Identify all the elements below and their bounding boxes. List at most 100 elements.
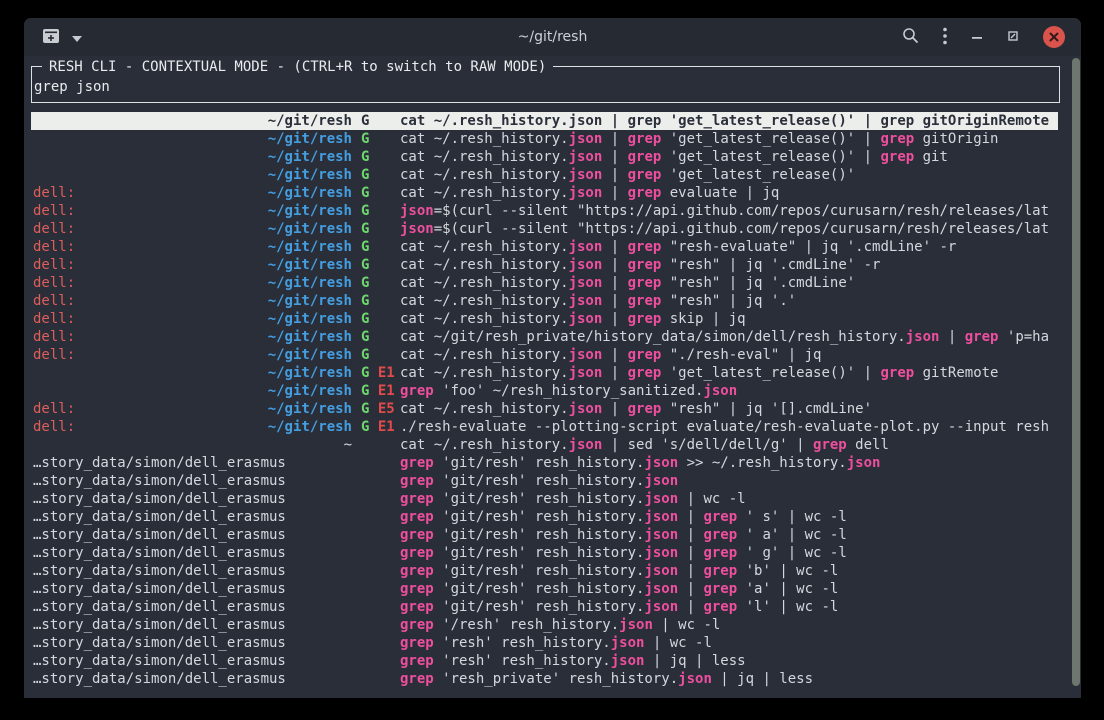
query-match: grep xyxy=(400,617,434,633)
query-match: grep xyxy=(400,455,434,471)
command-text: cat ~/.resh_history.json | grep 'get_lat… xyxy=(400,364,1058,382)
git-flag: G xyxy=(361,293,369,309)
history-row[interactable]: dell:~/git/reshGcat ~/.resh_history.json… xyxy=(31,238,1058,256)
history-row[interactable]: dell:~/git/reshG E5cat ~/.resh_history.j… xyxy=(31,400,1058,418)
history-row[interactable]: dell:~/git/reshGcat ~/.resh_history.json… xyxy=(31,256,1058,274)
query-match: json xyxy=(644,545,678,561)
query-match: json xyxy=(569,365,603,381)
device-path: …story_data/simon/dell_erasmus xyxy=(33,454,286,472)
history-row[interactable]: dell:~/git/reshG E1./resh-evaluate --plo… xyxy=(31,418,1058,436)
command-text: cat ~/git/resh_private/history_data/simo… xyxy=(400,328,1058,346)
query-match: grep xyxy=(628,293,662,309)
git-flag: G xyxy=(361,113,369,129)
history-row[interactable]: ~/git/reshGcat ~/.resh_history.json | gr… xyxy=(31,166,1058,184)
flags: G xyxy=(361,220,369,238)
history-row[interactable]: ~/git/reshGcat ~/.resh_history.json | gr… xyxy=(31,148,1058,166)
query-match: json xyxy=(569,131,603,147)
command-text: grep 'git/resh' resh_history.json | grep… xyxy=(400,526,1058,544)
history-row[interactable]: dell:~/git/reshGcat ~/.resh_history.json… xyxy=(31,184,1058,202)
flags: G xyxy=(361,310,369,328)
directory-path: ~/git/resh xyxy=(33,238,352,256)
history-row[interactable]: …story_data/simon/dell_erasmusgrep 'git/… xyxy=(31,472,1058,490)
device-path: …story_data/simon/dell_erasmus xyxy=(33,472,286,490)
search-query-input[interactable]: grep json xyxy=(34,78,110,96)
history-row[interactable]: …story_data/simon/dell_erasmusgrep 'resh… xyxy=(31,652,1058,670)
history-row[interactable]: …story_data/simon/dell_erasmusgrep 'resh… xyxy=(31,634,1058,652)
history-row[interactable]: dell:~/git/reshGcat ~/git/resh_private/h… xyxy=(31,328,1058,346)
history-row[interactable]: ~/git/reshGcat ~/.resh_history.json | gr… xyxy=(31,112,1058,130)
git-flag: G xyxy=(361,149,369,165)
command-text: grep 'git/resh' resh_history.json >> ~/.… xyxy=(400,454,1058,472)
device-path: …story_data/simon/dell_erasmus xyxy=(33,670,286,688)
flags: G xyxy=(361,328,369,346)
flags: G xyxy=(361,148,369,166)
history-list: ~/git/resh Gcat ~/.resh_history.json | gr… xyxy=(31,112,1058,688)
device-path: …story_data/simon/dell_erasmus xyxy=(33,562,286,580)
device-path: …story_data/simon/dell_erasmus xyxy=(33,490,286,508)
query-match: json xyxy=(569,149,603,165)
history-row[interactable]: dell:~/git/reshGcat ~/.resh_history.json… xyxy=(31,310,1058,328)
query-match: grep xyxy=(703,563,737,579)
command-text: grep 'git/resh' resh_history.json | grep… xyxy=(400,580,1058,598)
new-tab-button[interactable] xyxy=(42,28,60,47)
history-row[interactable]: ~/git/reshG E1cat ~/.resh_history.json |… xyxy=(31,364,1058,382)
history-row[interactable]: …story_data/simon/dell_erasmusgrep 'git/… xyxy=(31,508,1058,526)
query-match: json xyxy=(906,329,940,345)
titlebar[interactable]: ~/git/resh xyxy=(24,18,1081,56)
history-row[interactable]: dell:~/git/reshGjson=$(curl --silent "ht… xyxy=(31,202,1058,220)
kebab-menu-icon xyxy=(943,27,947,48)
command-text: grep 'git/resh' resh_history.json | wc -… xyxy=(400,490,1058,508)
history-row[interactable]: ~/git/reshGcat ~/.resh_history.json | gr… xyxy=(31,130,1058,148)
directory-path: ~/git/resh xyxy=(33,112,352,130)
search-button[interactable] xyxy=(902,27,919,47)
minimize-button[interactable] xyxy=(971,30,983,45)
query-match: json xyxy=(611,653,645,669)
history-row[interactable]: …story_data/simon/dell_erasmusgrep 'git/… xyxy=(31,526,1058,544)
query-match: grep xyxy=(813,437,847,453)
history-row[interactable]: …story_data/simon/dell_erasmus grep 'git/… xyxy=(31,454,1058,472)
history-row[interactable]: dell:~/git/reshGcat ~/.resh_history.json… xyxy=(31,292,1058,310)
query-match: json xyxy=(569,185,603,201)
history-row[interactable]: ~cat ~/.resh_history.json | sed 's/dell/… xyxy=(31,436,1058,454)
history-row[interactable]: …story_data/simon/dell_erasmusgrep 'git/… xyxy=(31,562,1058,580)
command-text: grep 'resh_private' resh_history.json | … xyxy=(400,670,1058,688)
command-text: grep 'git/resh' resh_history.json | grep… xyxy=(400,544,1058,562)
query-match: json xyxy=(644,455,678,471)
directory-path: ~/git/resh xyxy=(33,346,352,364)
query-match: grep xyxy=(703,527,737,543)
search-box: RESH CLI - CONTEXTUAL MODE - (CTRL+R to … xyxy=(31,66,1060,103)
history-row[interactable]: …story_data/simon/dell_erasmus grep 'git/… xyxy=(31,490,1058,508)
query-match: json xyxy=(569,239,603,255)
query-match: grep xyxy=(703,599,737,615)
command-text: grep 'git/resh' resh_history.json | grep… xyxy=(400,598,1058,616)
query-match: json xyxy=(644,599,678,615)
history-row[interactable]: …story_data/simon/dell_erasmus grep 'resh… xyxy=(31,670,1058,688)
query-match: grep xyxy=(880,149,914,165)
history-row[interactable]: ~/git/reshG E1grep 'foo' ~/resh_history_… xyxy=(31,382,1058,400)
query-match: json xyxy=(569,275,603,291)
query-match: grep xyxy=(400,581,434,597)
history-row[interactable]: …story_data/simon/dell_erasmusgrep 'git/… xyxy=(31,544,1058,562)
scrollbar-thumb[interactable] xyxy=(1072,58,1080,686)
history-row[interactable]: dell:~/git/reshGjson=$(curl --silent "ht… xyxy=(31,220,1058,238)
exit-code-flag: E1 xyxy=(378,419,395,435)
flags: G xyxy=(361,256,369,274)
restore-button[interactable] xyxy=(1007,30,1019,45)
history-row[interactable]: …story_data/simon/dell_erasmusgrep 'git/… xyxy=(31,580,1058,598)
query-match: grep xyxy=(628,167,662,183)
query-match: json xyxy=(644,491,678,507)
command-text: cat ~/.resh_history.json | grep 'get_lat… xyxy=(400,166,1058,184)
query-match: json xyxy=(400,221,434,237)
history-row[interactable]: …story_data/simon/dell_erasmusgrep '/res… xyxy=(31,616,1058,634)
history-row[interactable]: …story_data/simon/dell_erasmusgrep 'git/… xyxy=(31,598,1058,616)
command-text: cat ~/.resh_history.json | grep "resh" |… xyxy=(400,292,1058,310)
close-button[interactable] xyxy=(1043,26,1065,48)
command-text: grep 'foo' ~/resh_history_sanitized.json xyxy=(400,382,1058,400)
git-flag: G xyxy=(361,419,369,435)
flags: G E1 xyxy=(361,382,395,400)
menu-button[interactable] xyxy=(943,27,947,48)
git-flag: G xyxy=(361,239,369,255)
history-row[interactable]: dell:~/git/reshGcat ~/.resh_history.json… xyxy=(31,346,1058,364)
tab-list-chevron-button[interactable] xyxy=(72,30,82,45)
history-row[interactable]: dell:~/git/reshGcat ~/.resh_history.json… xyxy=(31,274,1058,292)
